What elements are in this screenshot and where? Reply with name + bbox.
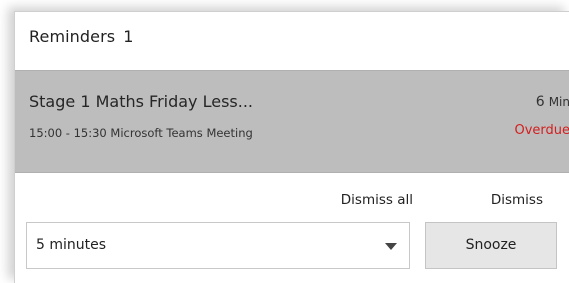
snooze-duration-value: 5 minutes xyxy=(36,237,107,253)
reminders-window: Reminders 1 Stage 1 Maths Friday Less... … xyxy=(14,11,569,283)
snooze-button[interactable]: Snooze xyxy=(425,222,557,269)
reminders-count: 1 xyxy=(123,27,134,46)
reminder-item[interactable]: Stage 1 Maths Friday Less... 15:00 - 15:… xyxy=(15,70,569,173)
reminder-due-in: 6 Min xyxy=(536,94,569,110)
reminder-due-value: 6 xyxy=(535,94,545,110)
dismiss-button[interactable]: Dismiss xyxy=(491,192,543,208)
snooze-duration-select[interactable]: 5 minutes xyxy=(26,222,410,269)
dismiss-all-button[interactable]: Dismiss all xyxy=(341,192,413,208)
reminder-due-unit: Min xyxy=(548,95,569,109)
chevron-down-icon xyxy=(385,243,397,250)
reminders-title: Reminders xyxy=(29,27,116,46)
reminder-subtitle: 15:00 - 15:30 Microsoft Teams Meeting xyxy=(29,126,253,140)
reminder-time-range: 15:00 - 15:30 xyxy=(29,126,107,140)
reminder-location: Microsoft Teams Meeting xyxy=(110,126,253,140)
reminder-title: Stage 1 Maths Friday Less... xyxy=(29,92,254,111)
reminders-header: Reminders 1 xyxy=(29,27,134,46)
reminder-status: Overdue xyxy=(514,123,569,138)
